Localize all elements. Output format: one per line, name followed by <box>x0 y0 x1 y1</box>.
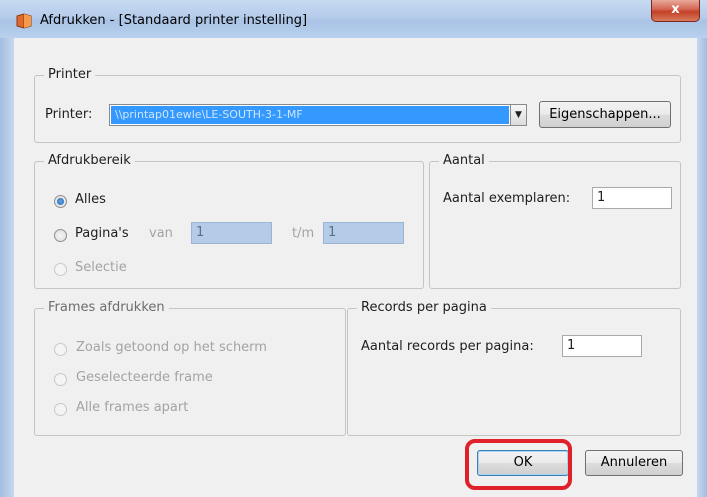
window-frame-left <box>0 38 14 497</box>
radio-selection-label: Selectie <box>75 260 127 275</box>
window-frame-right <box>697 38 707 497</box>
printer-select[interactable]: \\printap01ewle\LE-SOUTH-3-1-MF <box>109 104 511 126</box>
print-range-legend: Afdrukbereik <box>44 153 135 168</box>
radio-pages-label[interactable]: Pagina's <box>75 226 129 241</box>
records-group: Records per pagina Aantal records per pa… <box>347 300 681 436</box>
printer-select-value: \\printap01ewle\LE-SOUTH-3-1-MF <box>111 106 509 124</box>
radio-all-frames-label: Alle frames apart <box>76 400 189 415</box>
cancel-button-label: Annuleren <box>600 455 668 470</box>
chevron-down-icon: ▼ <box>515 110 522 120</box>
printer-group-legend: Printer <box>44 67 96 82</box>
close-icon: x <box>671 2 680 17</box>
radio-all[interactable] <box>54 195 67 208</box>
radio-selected-frame-label: Geselecteerde frame <box>76 370 213 385</box>
copies-group-legend: Aantal <box>439 153 489 168</box>
to-label: t/m <box>292 226 315 241</box>
records-label: Aantal records per pagina: <box>361 339 534 354</box>
frames-group-legend: Frames afdrukken <box>44 300 169 315</box>
radio-selected-frame[interactable] <box>54 373 67 386</box>
radio-frames-as-shown[interactable] <box>54 343 67 356</box>
radio-all-frames[interactable] <box>54 403 67 416</box>
ok-highlight-marker <box>465 439 572 490</box>
records-input[interactable]: 1 <box>562 335 642 357</box>
close-button[interactable]: x <box>651 0 700 22</box>
properties-button-label: Eigenschappen... <box>549 107 661 122</box>
cancel-button[interactable]: Annuleren <box>585 450 683 476</box>
from-page-input[interactable]: 1 <box>191 222 272 244</box>
radio-frames-as-shown-label: Zoals getoond op het scherm <box>76 340 267 355</box>
dialog-body: Printer Printer: \\printap01ewle\LE-SOUT… <box>14 38 697 497</box>
copies-label: Aantal exemplaren: <box>443 191 571 206</box>
print-range-group: Afdrukbereik Alles Pagina's van 1 t/m 1 … <box>34 153 424 289</box>
records-group-legend: Records per pagina <box>357 300 491 315</box>
radio-all-label[interactable]: Alles <box>75 192 106 207</box>
to-page-input[interactable]: 1 <box>323 222 404 244</box>
printer-group: Printer Printer: \\printap01ewle\LE-SOUT… <box>34 67 681 143</box>
printer-label: Printer: <box>45 107 93 122</box>
title-bar[interactable]: Afdrukken - [Standaard printer instellin… <box>0 0 707 39</box>
window-title: Afdrukken - [Standaard printer instellin… <box>40 13 308 28</box>
frames-group: Frames afdrukken Zoals getoond op het sc… <box>34 300 346 436</box>
radio-selection[interactable] <box>54 263 67 276</box>
from-label: van <box>149 226 173 241</box>
copies-input[interactable]: 1 <box>592 187 672 209</box>
radio-pages[interactable] <box>54 229 67 242</box>
app-icon <box>16 13 32 29</box>
properties-button[interactable]: Eigenschappen... <box>539 101 671 128</box>
print-dialog: Afdrukken - [Standaard printer instellin… <box>0 0 707 497</box>
printer-dropdown-button[interactable]: ▼ <box>510 104 527 126</box>
copies-group: Aantal Aantal exemplaren: 1 <box>429 153 681 289</box>
